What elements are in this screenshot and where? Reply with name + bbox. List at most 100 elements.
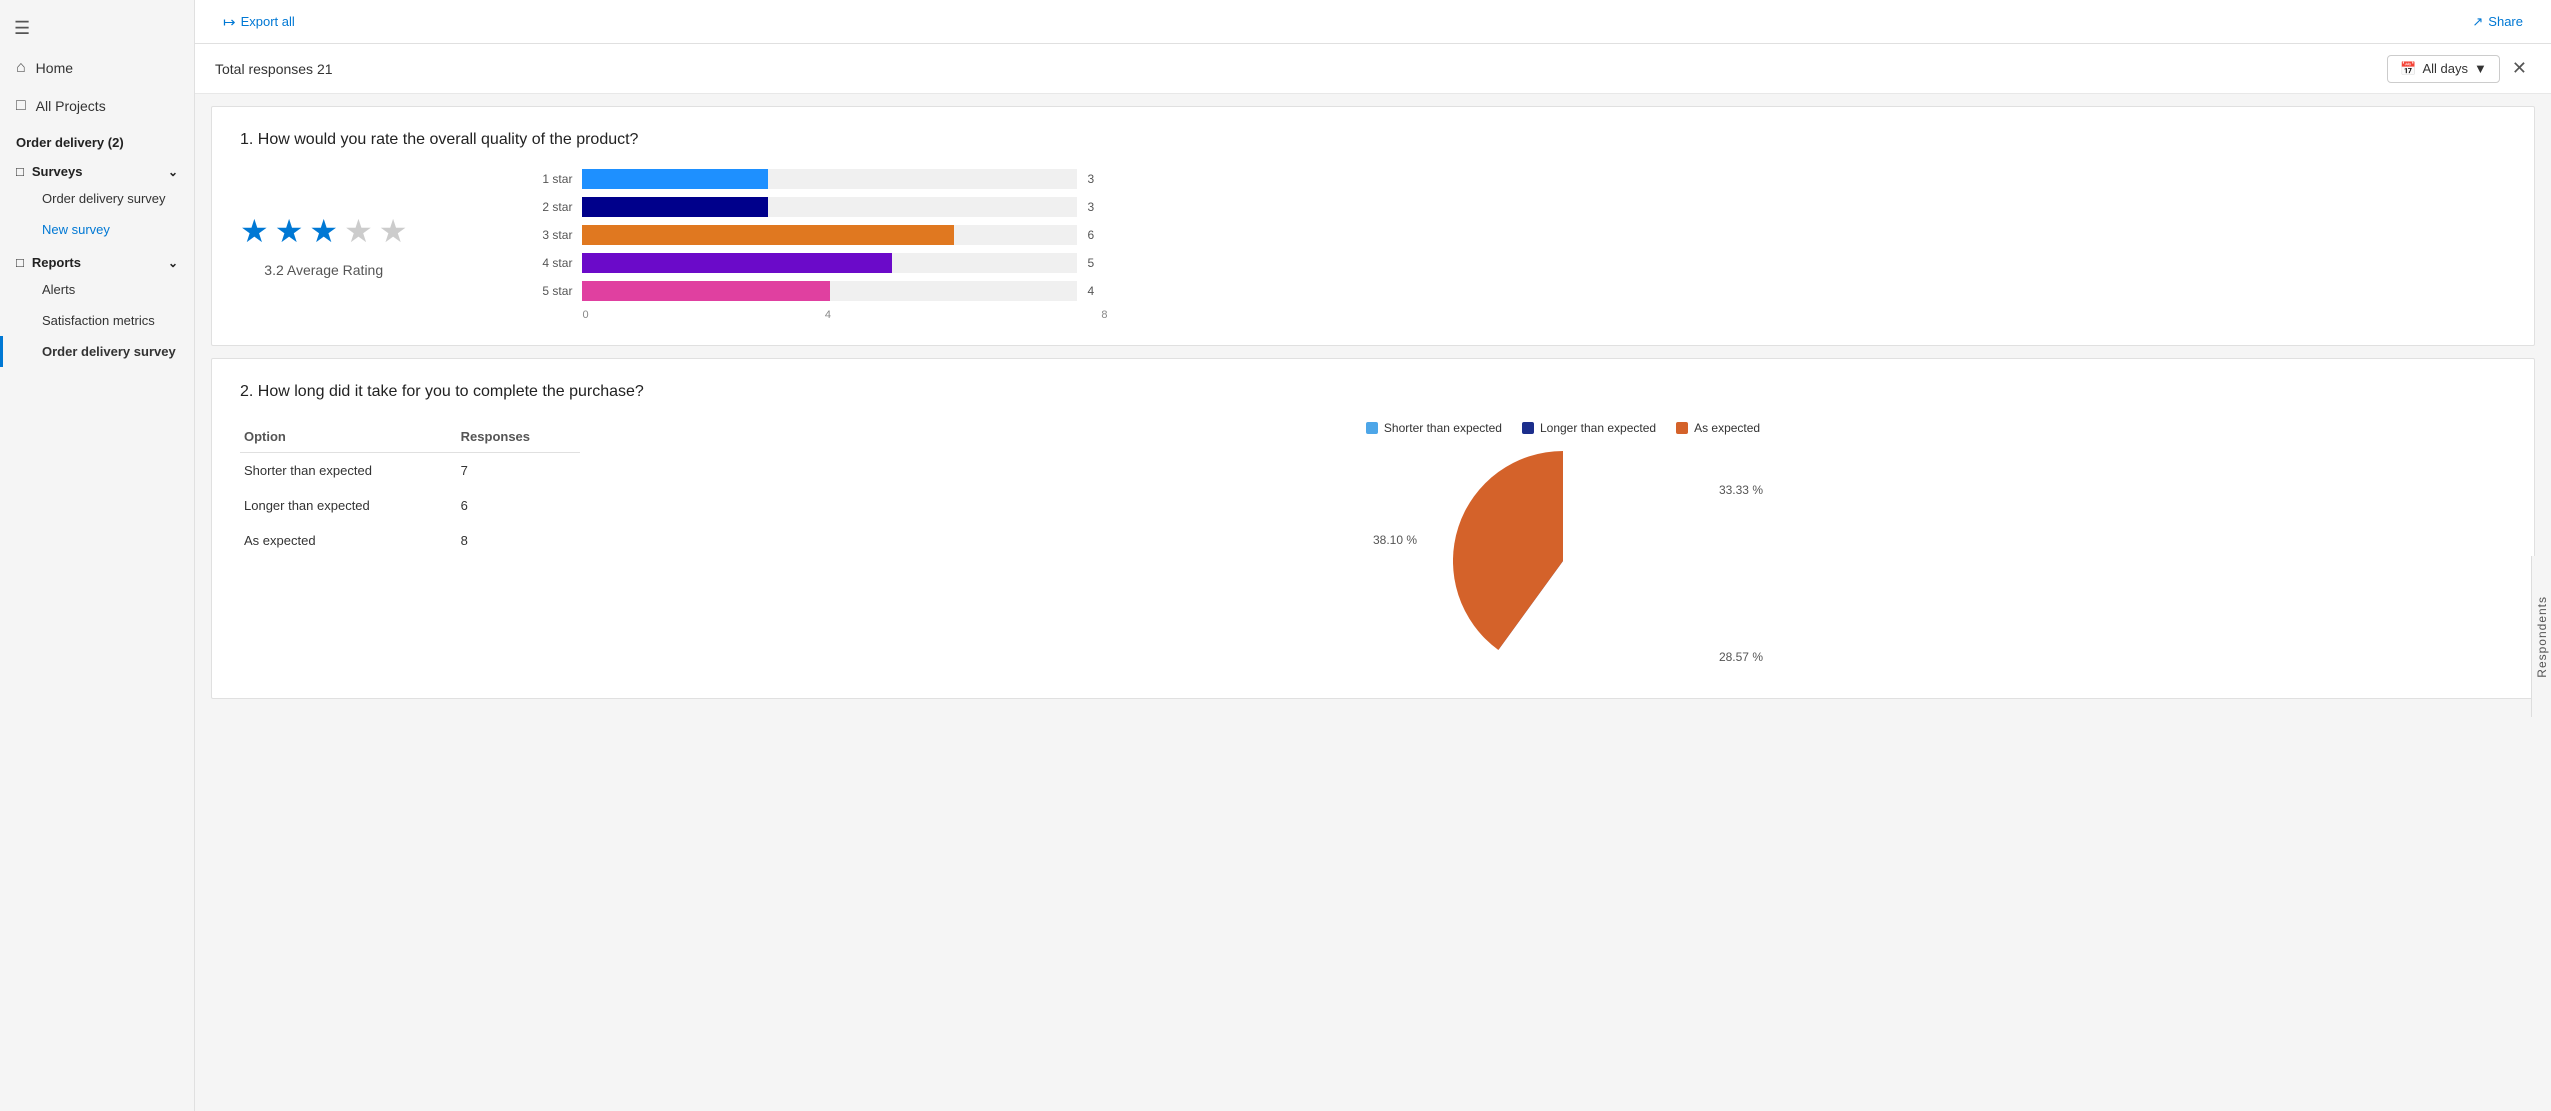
- close-filter-button[interactable]: ✕: [2508, 54, 2531, 83]
- sidebar: ☰ ⌂ Home □ All Projects Order delivery (…: [0, 0, 195, 1111]
- legend-shorter: Shorter than expected: [1366, 421, 1502, 435]
- pie-label-longer: 28.57 %: [1719, 650, 1763, 664]
- bar-axis: 0 4 8: [582, 309, 1107, 321]
- response-table-section: Option Responses Shorter than expected 7…: [240, 421, 580, 558]
- sidebar-item-new-survey[interactable]: New survey: [0, 214, 194, 245]
- share-icon: ↗: [2472, 14, 2483, 30]
- bar-track-2star: [582, 197, 1077, 217]
- bar-label-3star: 3 star: [527, 228, 572, 242]
- bar-track-5star: [582, 281, 1077, 301]
- bar-value-5star: 4: [1087, 284, 1107, 298]
- hamburger-icon[interactable]: ☰: [0, 8, 194, 49]
- pie-legend: Shorter than expected Longer than expect…: [1366, 421, 1760, 435]
- legend-label-shorter: Shorter than expected: [1384, 421, 1502, 435]
- surveys-icon: □: [16, 164, 24, 179]
- respondents-label: Respondents: [2535, 596, 2549, 678]
- responses-as-expected: 8: [457, 523, 580, 558]
- bar-fill-3star: [582, 225, 953, 245]
- export-icon: ↦: [223, 13, 236, 31]
- export-all-button[interactable]: ↦ Export all: [215, 9, 303, 35]
- col-responses: Responses: [457, 421, 580, 453]
- bar-row-5star: 5 star 4: [527, 281, 1107, 301]
- bar-label-1star: 1 star: [527, 172, 572, 186]
- bar-value-2star: 3: [1087, 200, 1107, 214]
- star-5: ★: [379, 212, 408, 250]
- bar-fill-5star: [582, 281, 830, 301]
- surveys-section[interactable]: □ Surveys ⌄: [0, 154, 194, 183]
- total-responses: Total responses 21: [215, 61, 333, 77]
- legend-dot-shorter: [1366, 422, 1378, 434]
- pie-label-shorter: 33.33 %: [1719, 483, 1763, 497]
- sidebar-item-order-delivery-survey[interactable]: Order delivery survey: [0, 183, 194, 214]
- star-rating: ★ ★ ★ ★ ★: [240, 212, 407, 250]
- legend-label-longer: Longer than expected: [1540, 421, 1656, 435]
- home-label: Home: [36, 60, 73, 76]
- sidebar-item-satisfaction-metrics[interactable]: Satisfaction metrics: [0, 305, 194, 336]
- response-table: Option Responses Shorter than expected 7…: [240, 421, 580, 558]
- bar-label-5star: 5 star: [527, 284, 572, 298]
- bar-value-4star: 5: [1087, 256, 1107, 270]
- legend-dot-as-expected: [1676, 422, 1688, 434]
- star-4: ★: [344, 212, 373, 250]
- sidebar-item-alerts[interactable]: Alerts: [0, 274, 194, 305]
- bar-label-2star: 2 star: [527, 200, 572, 214]
- chevron-down-icon: ▼: [2474, 61, 2487, 76]
- reports-section[interactable]: □ Reports ⌄: [0, 245, 194, 274]
- star-2: ★: [275, 212, 304, 250]
- rating-section: ★ ★ ★ ★ ★ 3.2 Average Rating 1 star: [240, 169, 2506, 321]
- sidebar-item-home[interactable]: ⌂ Home: [0, 49, 194, 87]
- bar-row-1star: 1 star 3: [527, 169, 1107, 189]
- question-2-title: 2. How long did it take for you to compl…: [240, 383, 2506, 401]
- question-1-block: 1. How would you rate the overall qualit…: [211, 106, 2535, 346]
- surveys-chevron: ⌄: [168, 165, 178, 179]
- table-row-longer: Longer than expected 6: [240, 488, 580, 523]
- option-as-expected: As expected: [240, 523, 457, 558]
- toolbar: ↦ Export all ↗ Share: [195, 0, 2551, 44]
- bar-chart: 1 star 3 2 star 3 3 star: [527, 169, 1107, 321]
- legend-as-expected: As expected: [1676, 421, 1760, 435]
- star-3: ★: [309, 212, 338, 250]
- axis-8: 8: [1101, 309, 1107, 321]
- question-1-title: 1. How would you rate the overall qualit…: [240, 131, 2506, 149]
- average-rating: 3.2 Average Rating: [264, 262, 383, 278]
- stars-container: ★ ★ ★ ★ ★ 3.2 Average Rating: [240, 212, 407, 278]
- bar-track-4star: [582, 253, 1077, 273]
- sidebar-item-order-delivery-report[interactable]: Order delivery survey: [0, 336, 194, 367]
- main-content: ↦ Export all ↗ Share Total responses 21 …: [195, 0, 2551, 1111]
- table-row-as-expected: As expected 8: [240, 523, 580, 558]
- legend-dot-longer: [1522, 422, 1534, 434]
- projects-icon: □: [16, 97, 26, 115]
- reports-icon: □: [16, 255, 24, 270]
- pie-label-as-expected: 38.10 %: [1373, 533, 1417, 547]
- pie-slice-as-expected: [1453, 451, 1563, 650]
- all-days-filter[interactable]: 📅 All days ▼: [2387, 55, 2500, 83]
- sidebar-item-all-projects[interactable]: □ All Projects: [0, 87, 194, 125]
- reports-chevron: ⌄: [168, 256, 178, 270]
- star-1: ★: [240, 212, 269, 250]
- share-button[interactable]: ↗ Share: [2464, 10, 2531, 34]
- pie-chart-svg: [1453, 451, 1673, 671]
- bar-track-3star: [582, 225, 1077, 245]
- bar-track-1star: [582, 169, 1077, 189]
- toolbar-right: ↗ Share: [2464, 10, 2531, 34]
- legend-label-as-expected: As expected: [1694, 421, 1760, 435]
- home-icon: ⌂: [16, 59, 26, 77]
- calendar-icon: 📅: [2400, 61, 2416, 77]
- bar-fill-2star: [582, 197, 768, 217]
- pie-chart-wrapper: 33.33 % 28.57 % 38.10 %: [1453, 451, 1673, 674]
- bar-fill-1star: [582, 169, 768, 189]
- pie-section: Option Responses Shorter than expected 7…: [240, 421, 2506, 674]
- axis-4: 4: [825, 309, 831, 321]
- bar-row-2star: 2 star 3: [527, 197, 1107, 217]
- content-area: 1. How would you rate the overall qualit…: [195, 94, 2551, 1111]
- option-shorter: Shorter than expected: [240, 453, 457, 489]
- table-row-shorter: Shorter than expected 7: [240, 453, 580, 489]
- all-projects-label: All Projects: [36, 98, 106, 114]
- option-longer: Longer than expected: [240, 488, 457, 523]
- axis-0: 0: [582, 309, 588, 321]
- bar-value-3star: 6: [1087, 228, 1107, 242]
- bar-row-3star: 3 star 6: [527, 225, 1107, 245]
- section-title: Order delivery (2): [0, 125, 194, 154]
- respondents-panel[interactable]: Respondents: [2531, 556, 2551, 718]
- bar-row-4star: 4 star 5: [527, 253, 1107, 273]
